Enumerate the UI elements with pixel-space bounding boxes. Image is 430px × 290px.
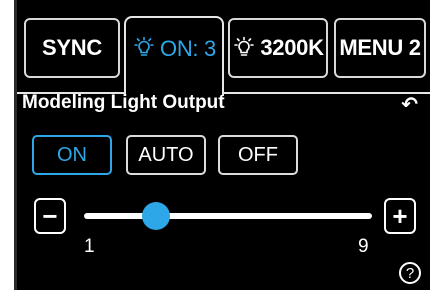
bulb-icon [234, 36, 255, 56]
mode-off-label: OFF [238, 143, 278, 166]
tab-divider [222, 92, 430, 94]
help-symbol: ? [405, 264, 415, 282]
minus-icon: − [42, 201, 58, 231]
mode-off-button[interactable]: OFF [218, 135, 298, 175]
mode-on-button[interactable]: ON [32, 135, 112, 175]
return-arrow-icon[interactable]: ↶ [401, 92, 418, 117]
tab-sync[interactable]: SYNC [24, 18, 120, 78]
mode-auto-label: AUTO [138, 143, 194, 166]
tab-label: SYNC [42, 35, 102, 60]
tab-label: 3200K [260, 35, 324, 60]
page-title: Modeling Light Output [22, 92, 225, 113]
help-icon[interactable]: ? [399, 262, 421, 284]
slider-thumb[interactable] [142, 202, 170, 230]
bulb-icon [134, 36, 154, 56]
slider-min-label: 1 [84, 236, 95, 257]
tab-color-temperature[interactable]: 3200K [228, 18, 328, 78]
decrease-button[interactable]: − [34, 198, 66, 234]
tab-label: MENU 2 [339, 35, 421, 60]
device-frame: SYNC ON: 3 3200K MENU 2 Modeling Light O… [0, 0, 430, 290]
mode-on-label: ON [57, 143, 87, 166]
slider-max-label: 9 [358, 236, 369, 257]
screen-bezel [14, 0, 17, 290]
increase-button[interactable]: + [384, 198, 416, 234]
mode-auto-button[interactable]: AUTO [126, 135, 206, 175]
plus-icon: + [392, 201, 408, 231]
slider-track[interactable] [84, 213, 372, 219]
tab-modeling-light[interactable]: ON: 3 [124, 16, 224, 96]
tab-menu-2[interactable]: MENU 2 [334, 18, 426, 78]
tab-label: ON: 3 [160, 36, 216, 61]
